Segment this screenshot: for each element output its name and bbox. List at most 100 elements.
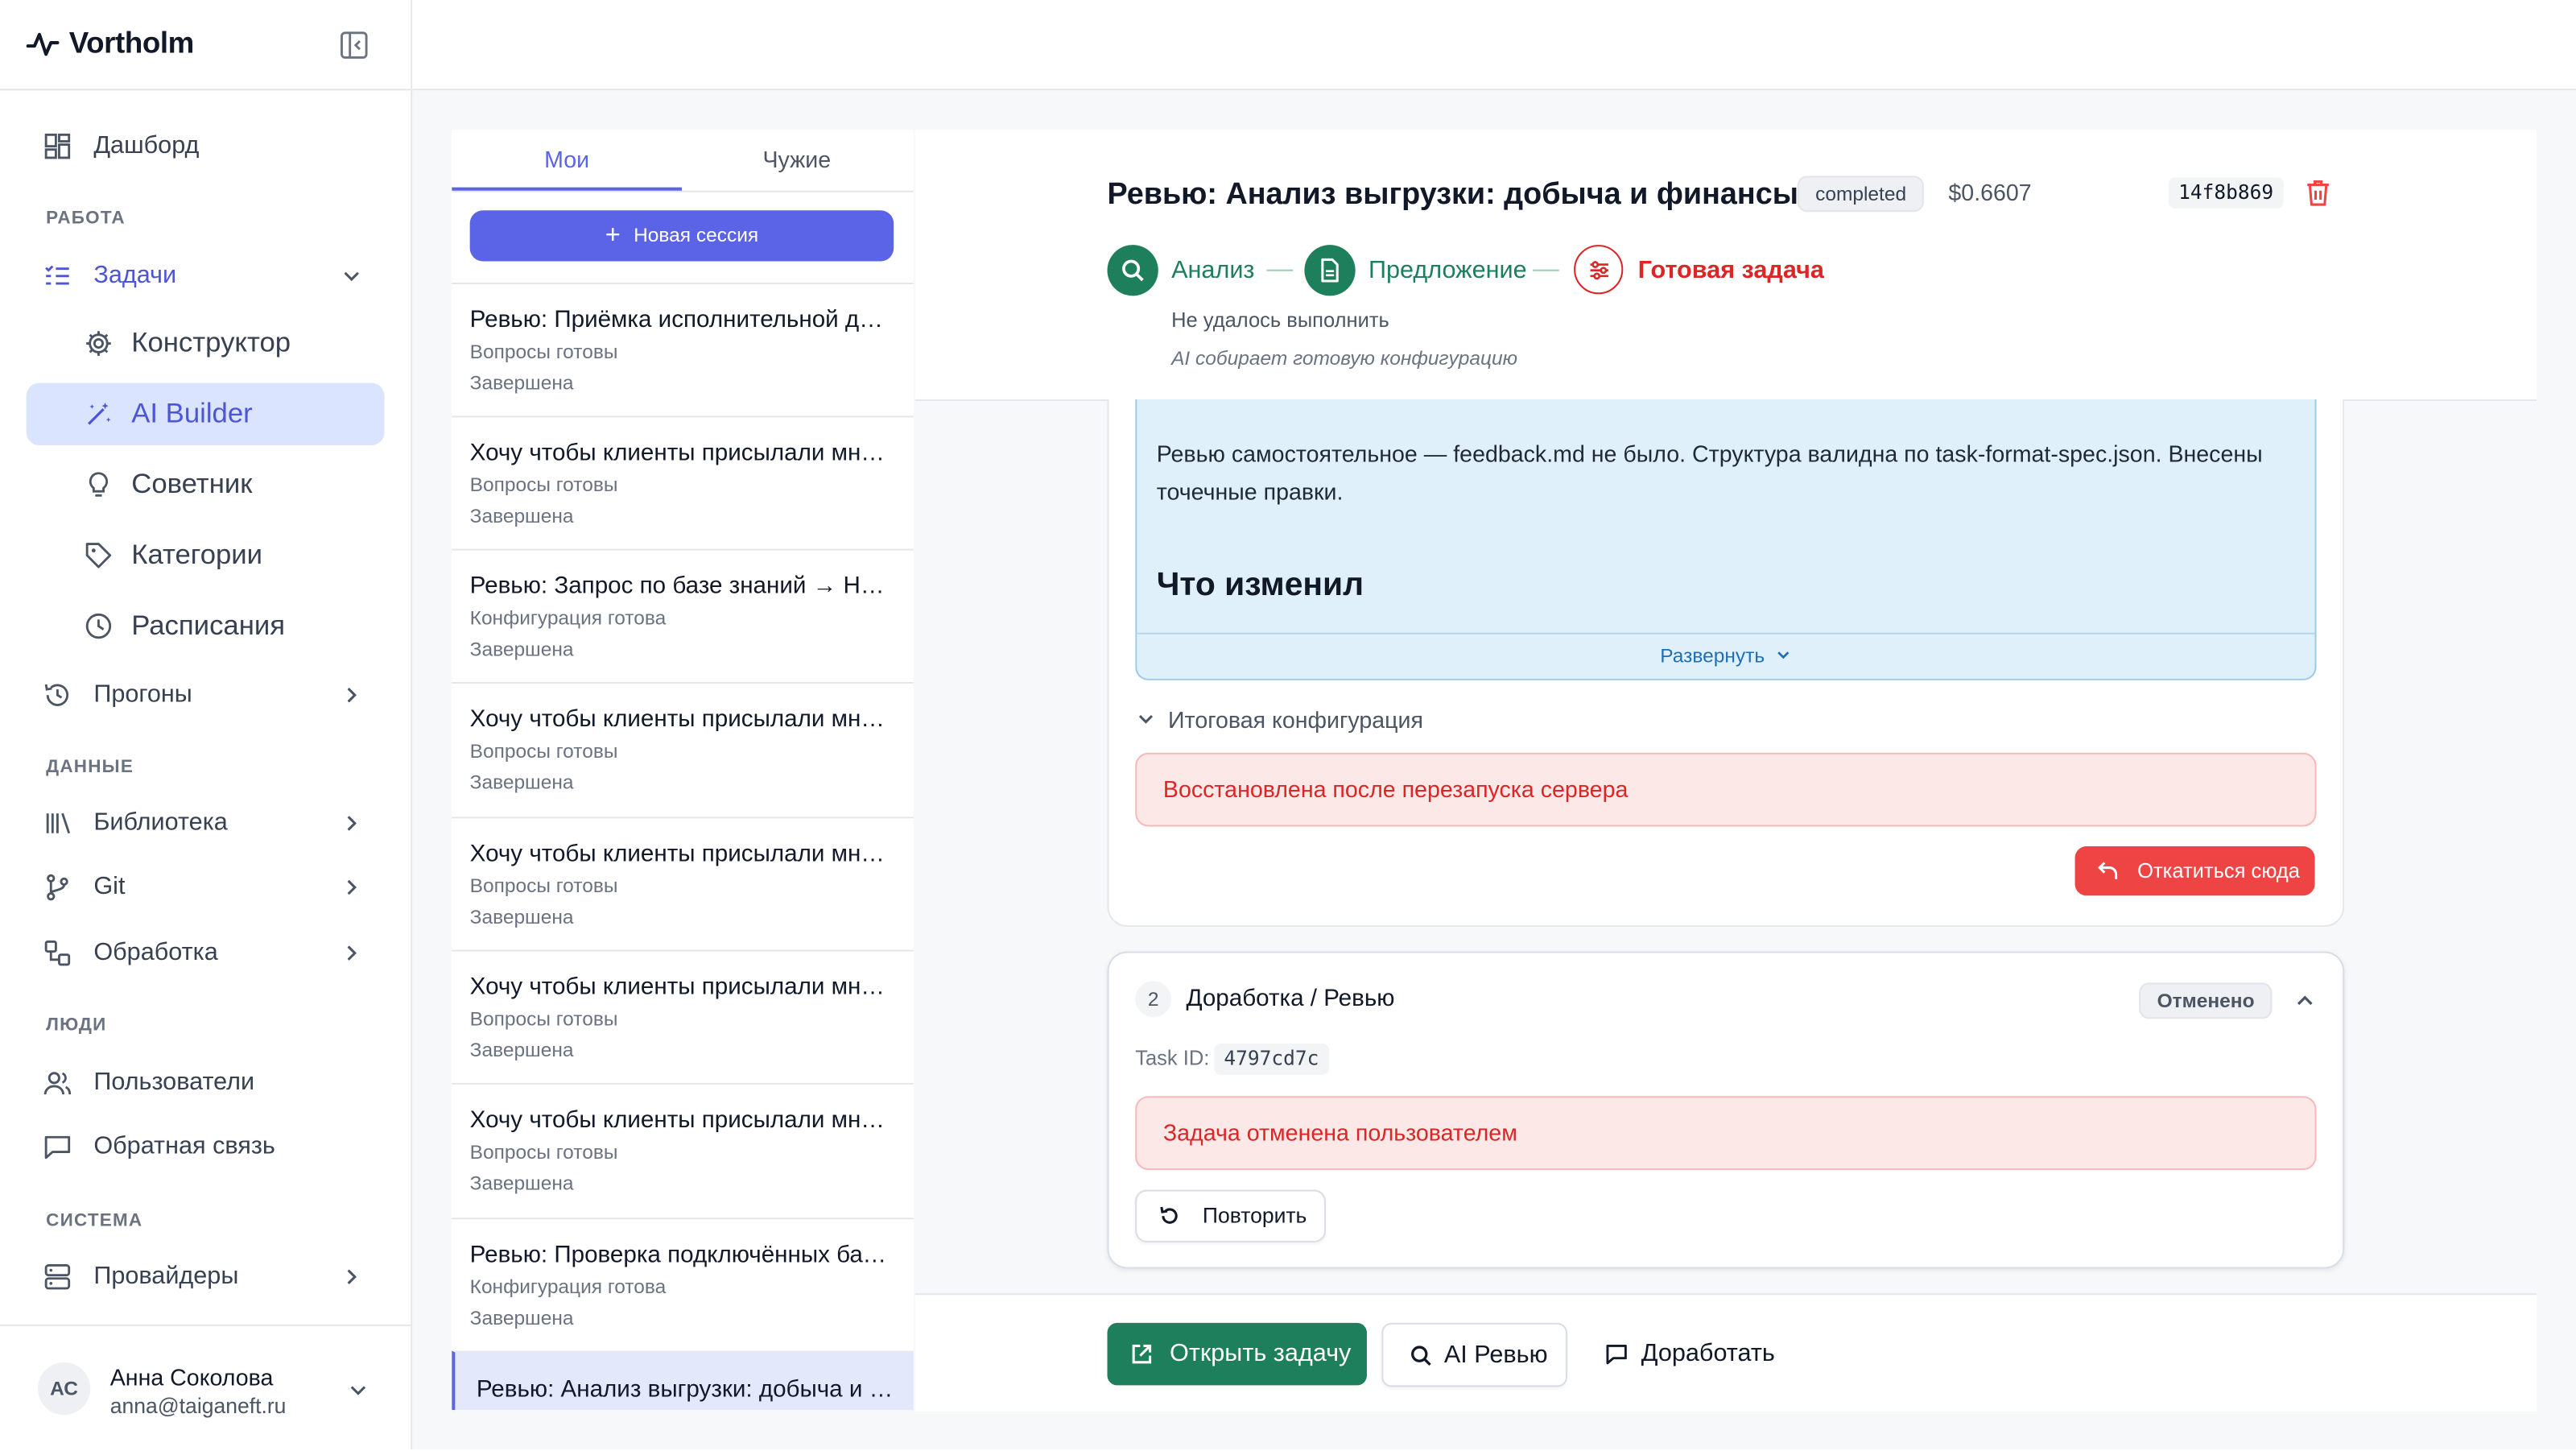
git-branch-icon	[47, 874, 68, 901]
user-menu[interactable]: АС Анна Соколова anna@taiganeft.ru	[0, 1324, 411, 1451]
clock-icon	[85, 613, 112, 639]
review-summary: Ревью самостоятельное — feedback.md не б…	[1135, 399, 2317, 680]
section-label-data: ДАННЫЕ	[46, 757, 134, 778]
session-status: Завершена	[469, 1306, 574, 1330]
final-config-label: Итоговая конфигурация	[1168, 706, 1423, 734]
sidebar-item-label: Дашборд	[93, 131, 200, 159]
tab-mine[interactable]: Мои	[452, 130, 682, 191]
sidebar-item-label: AI Builder	[131, 397, 253, 429]
session-stage: Вопросы готовы	[469, 1007, 618, 1031]
session-status: Завершена	[469, 637, 574, 661]
action-bar: Открыть задачу AI Ревью Доработать	[914, 1293, 2537, 1412]
session-stage: Вопросы готовы	[469, 340, 618, 364]
message-square-icon	[1606, 1344, 1627, 1365]
sidebar-item-constructor[interactable]: Конструктор	[27, 312, 385, 375]
tab-others[interactable]: Чужие	[682, 130, 912, 191]
session-item[interactable]: Ревью: Проверка подключённых баз … Конфи…	[452, 1217, 914, 1352]
chevron-up-icon[interactable]	[2295, 991, 2314, 1011]
improve-label: Доработать	[1641, 1339, 1775, 1367]
open-task-button[interactable]: Открыть задачу	[1107, 1322, 1367, 1386]
sidebar-item-git[interactable]: Git	[27, 856, 385, 919]
section-label-system: СИСТЕМА	[46, 1211, 143, 1231]
session-stage: Конфигурация готова	[469, 606, 667, 630]
refresh-icon	[1160, 1206, 1178, 1224]
sidebar-item-ai-builder[interactable]: AI Builder	[26, 382, 385, 446]
document-icon	[1321, 258, 1339, 283]
session-item-selected[interactable]: Ревью: Анализ выгрузки: добыча и ф…	[452, 1350, 914, 1411]
sidebar-item-schedules[interactable]: Расписания	[27, 595, 385, 658]
rollback-button[interactable]: Откатиться сюда	[2074, 846, 2315, 896]
session-item[interactable]: Ревью: Запрос по базе знаний → HTM… Конф…	[452, 548, 914, 684]
step-subnote: AI собирает готовую конфигурацию	[1171, 346, 1518, 370]
step-label: Предложение	[1368, 256, 1527, 285]
section-label-work: РАБОТА	[46, 209, 126, 229]
sidebar-item-library[interactable]: Библиотека	[27, 792, 385, 855]
message-square-icon	[44, 1135, 71, 1160]
error-text: Задача отменена пользователем	[1162, 1118, 1517, 1146]
sidebar-item-runs[interactable]: Прогоны	[27, 663, 385, 726]
trash-icon[interactable]	[2305, 179, 2331, 207]
plus-icon: +	[605, 221, 621, 250]
chevron-down-icon[interactable]	[349, 1380, 368, 1399]
sidebar-item-dashboard[interactable]: Дашборд	[27, 115, 385, 178]
session-title: Ревью: Запрос по базе знаний → HTM…	[469, 573, 894, 600]
sidebar-item-tasks[interactable]: Задачи	[27, 245, 385, 308]
user-email: anna@taiganeft.ru	[109, 1393, 287, 1419]
session-title: Ревью: Приёмка исполнительной до…	[469, 307, 894, 334]
library-icon	[46, 812, 71, 834]
sidebar-item-feedback[interactable]: Обратная связь	[27, 1116, 385, 1179]
sidebar-item-label: Git	[93, 872, 126, 901]
section-label-people: ЛЮДИ	[46, 1015, 107, 1036]
sidebar-item-categories[interactable]: Категории	[27, 524, 385, 587]
chevron-right-icon	[347, 879, 357, 895]
step-note: Не удалось выполнить	[1171, 308, 1389, 333]
expand-button[interactable]: Развернуть	[1137, 632, 2315, 679]
page-title: Ревью: Анализ выгрузки: добыча и финансы	[1107, 176, 1798, 211]
session-status: Завершена	[469, 771, 574, 794]
session-cost: $0.6607	[1948, 179, 2032, 206]
session-stage: Вопросы готовы	[469, 874, 618, 898]
avatar: АС	[37, 1362, 91, 1416]
open-task-label: Открыть задачу	[1170, 1339, 1352, 1367]
sidebar-item-label: Обработка	[93, 938, 218, 966]
session-item[interactable]: Хочу чтобы клиенты присылали мне … Вопро…	[452, 816, 914, 951]
session-item[interactable]: Хочу чтобы клиенты присылали мне … Вопро…	[452, 415, 914, 550]
improve-button[interactable]: Доработать	[1585, 1323, 1782, 1386]
sidebar-item-processing[interactable]: Обработка	[27, 922, 385, 985]
chevron-down-icon	[1778, 651, 1790, 659]
history-icon	[44, 684, 69, 706]
session-header: Ревью: Анализ выгрузки: добыча и финансы…	[914, 130, 2537, 401]
lightbulb-icon	[89, 472, 109, 497]
chevron-right-icon	[347, 688, 357, 703]
session-item[interactable]: Хочу чтобы клиенты присылали мне … Вопро…	[452, 1082, 914, 1217]
step-circle	[1304, 245, 1356, 296]
top-bar	[412, 0, 2576, 91]
step-label: Готовая задача	[1637, 256, 1824, 285]
error-alert: Восстановлена после перезапуска сервера	[1135, 752, 2317, 827]
sidebar-item-label: Провайдеры	[93, 1262, 239, 1291]
sidebar-item-providers[interactable]: Провайдеры	[27, 1246, 385, 1308]
step-label: Анализ	[1171, 256, 1255, 285]
ai-review-button[interactable]: AI Ревью	[1381, 1322, 1567, 1387]
sidebar-item-advisor[interactable]: Советник	[27, 453, 385, 516]
undo-icon	[2097, 862, 2118, 879]
retry-button[interactable]: Повторить	[1135, 1189, 1326, 1242]
session-stage: Вопросы готовы	[469, 739, 618, 763]
new-session-button[interactable]: + Новая сессия	[469, 210, 894, 262]
session-hash[interactable]: 14f8b869	[2168, 177, 2284, 209]
brand: Vortholm	[0, 0, 411, 91]
sidebar-item-label: Пользователи	[93, 1068, 255, 1097]
sidebar-item-users[interactable]: Пользователи	[27, 1052, 385, 1114]
session-item[interactable]: Хочу чтобы клиенты присылали мне … Вопро…	[452, 681, 914, 816]
chevron-right-icon	[347, 816, 357, 831]
dashboard-icon	[44, 133, 71, 159]
task-id[interactable]: 4797cd7c	[1214, 1043, 1329, 1075]
ai-review-label: AI Ревью	[1443, 1341, 1548, 1369]
sidebar-collapse-icon[interactable]	[340, 31, 368, 60]
chevron-right-icon	[347, 1269, 357, 1284]
session-status: Завершена	[469, 1172, 574, 1195]
session-item[interactable]: Ревью: Приёмка исполнительной до… Вопрос…	[452, 283, 914, 417]
iteration-card-2: 2 Доработка / Ревью Отменено Task ID: 47…	[1107, 951, 2345, 1269]
final-config-toggle[interactable]: Итоговая конфигурация	[1137, 706, 1423, 734]
session-item[interactable]: Хочу чтобы клиенты присылали мне … Вопро…	[452, 949, 914, 1085]
